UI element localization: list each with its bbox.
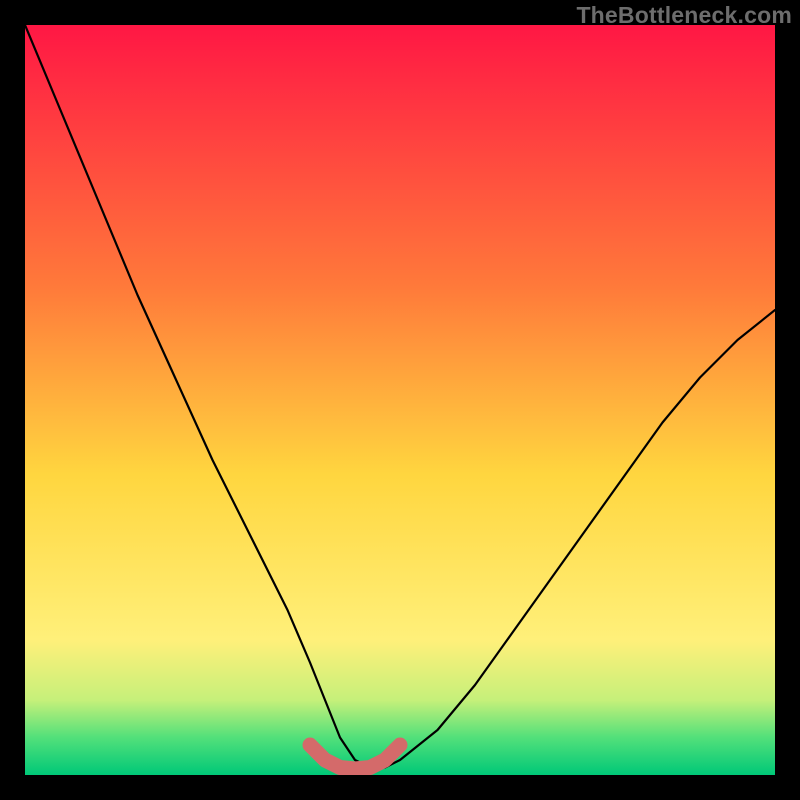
- plot-area: [25, 25, 775, 775]
- chart-svg: [25, 25, 775, 775]
- chart-frame: TheBottleneck.com: [0, 0, 800, 800]
- gradient-background: [25, 25, 775, 775]
- watermark-text: TheBottleneck.com: [576, 2, 792, 29]
